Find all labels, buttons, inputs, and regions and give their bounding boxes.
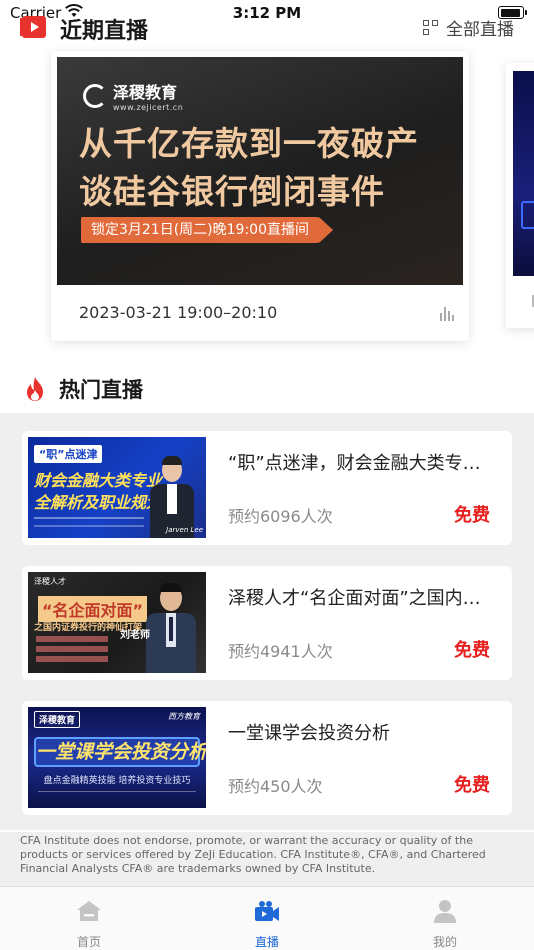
live-page: Carrier 3:12 PM 近期直播 全部直播 泽稷教育 www.zejic… <box>0 0 534 950</box>
thumb-text-stripe <box>34 517 144 519</box>
tab-label: 首页 <box>76 935 101 949</box>
live-camera-icon <box>255 901 279 921</box>
brand-name: 泽稷教育 <box>113 83 178 102</box>
item-title: 泽稷人才“名企面对面”之国内证券投行的神仙打架 <box>228 588 498 609</box>
section-title-recent: 近期直播 <box>60 19 149 44</box>
item-reservations: 预约6096人次 <box>228 507 333 526</box>
hot-live-list: “职”点迷津 财会金融大类专业 全解析及职业规划 Jarven Lee “职”点… <box>0 413 534 830</box>
thumb-text-row <box>36 636 108 642</box>
speaker-name: Jarven Lee <box>166 526 203 534</box>
bar-stats-icon <box>439 305 455 321</box>
speaker-name: 刘老师 <box>120 630 150 641</box>
banner-headline-1: 从千亿存款到一夜破产 <box>79 124 419 163</box>
list-item[interactable]: “职”点迷津 财会金融大类专业 全解析及职业规划 Jarven Lee “职”点… <box>22 431 512 545</box>
tab-profile[interactable]: 我的 <box>356 887 534 950</box>
profile-icon <box>434 900 456 923</box>
item-title: “职”点迷津，财会金融大类专业全解析及职业规划 <box>228 453 498 474</box>
hot-live-header: 热门直播 <box>0 372 534 406</box>
fire-icon <box>27 377 43 401</box>
home-icon <box>77 901 101 921</box>
featured-date: 2023-03-21 19:00–20:10 <box>79 303 278 322</box>
thumb-line-1: 一堂课学会投资分析 <box>34 737 206 767</box>
speaker-photo <box>146 581 196 673</box>
thumb-line-2: 全解析及职业规划 <box>34 493 163 512</box>
thumb-line-1: 财会金融大类专业 <box>34 471 163 490</box>
item-title: 一堂课学会投资分析 <box>228 723 390 744</box>
featured-banner: 泽稷教育 www.zejicert.cn 从千亿存款到一夜破产 谈硅谷银行倒闭事… <box>57 57 463 285</box>
thumb-line-1: “名企面对面” <box>38 596 148 622</box>
featured-live-card[interactable]: 泽稷教育 www.zejicert.cn 从千亿存款到一夜破产 谈硅谷银行倒闭事… <box>51 51 469 341</box>
grid-icon <box>423 20 438 35</box>
schedule-tag: 锁定3月21日(周二)晚19:00直播间 <box>81 217 333 243</box>
section-title-hot: 热门直播 <box>59 378 143 402</box>
item-thumbnail: “职”点迷津 财会金融大类专业 全解析及职业规划 Jarven Lee <box>28 437 206 538</box>
item-thumbnail: 泽稷人才 “名企面对面” 之国内证券投行的神仙打架 刘老师 <box>28 572 206 673</box>
tab-home[interactable]: 首页 <box>0 887 178 950</box>
thumb-text-stripe <box>34 525 144 527</box>
thumb-line-2: 盘点金融精英技能 培养投资专业技巧 <box>43 776 191 786</box>
all-live-label: 全部直播 <box>446 20 514 40</box>
bottom-tab-bar: 首页 直播 我的 <box>0 886 534 950</box>
thumb-tag: “职”点迷津 <box>34 445 103 463</box>
next-live-banner <box>513 71 534 276</box>
tab-live[interactable]: 直播 <box>178 887 356 950</box>
thumb-brand: 泽稷人才 <box>34 577 66 586</box>
item-reservations: 预约450人次 <box>228 777 323 796</box>
live-tv-icon <box>20 16 46 38</box>
item-reservations: 预约4941人次 <box>228 642 333 661</box>
brand-url: www.zejicert.cn <box>113 103 184 112</box>
thumb-brand-2: 西方教育 <box>168 712 200 721</box>
item-thumbnail: 泽稷教育 西方教育 一堂课学会投资分析 盘点金融精英技能 培养投资专业技巧 <box>28 707 206 808</box>
brand-logo: 泽稷教育 www.zejicert.cn <box>83 79 183 112</box>
all-live-button[interactable]: 全部直播 <box>423 15 514 40</box>
thumb-text-row <box>36 656 108 662</box>
tab-label: 直播 <box>254 935 279 949</box>
thumb-brand: 泽稷教育 <box>34 711 81 728</box>
list-item[interactable]: 泽稷教育 西方教育 一堂课学会投资分析 盘点金融精英技能 培养投资专业技巧 一堂… <box>22 701 512 815</box>
recent-live-header: 近期直播 全部直播 <box>0 10 534 44</box>
tab-label: 我的 <box>432 935 457 949</box>
banner-headline-2: 谈硅谷银行倒闭事件 <box>79 172 385 211</box>
thumb-text-row <box>36 646 108 652</box>
item-price: 免费 <box>454 505 490 526</box>
list-item[interactable]: 泽稷人才 “名企面对面” 之国内证券投行的神仙打架 刘老师 泽稷人才“名企面对面… <box>22 566 512 680</box>
thumb-divider <box>38 791 196 792</box>
item-price: 免费 <box>454 640 490 661</box>
item-price: 免费 <box>454 775 490 796</box>
brand-mark-icon <box>83 83 107 108</box>
next-live-card[interactable] <box>506 63 534 328</box>
cfa-disclaimer: CFA Institute does not endorse, promote,… <box>0 832 534 886</box>
